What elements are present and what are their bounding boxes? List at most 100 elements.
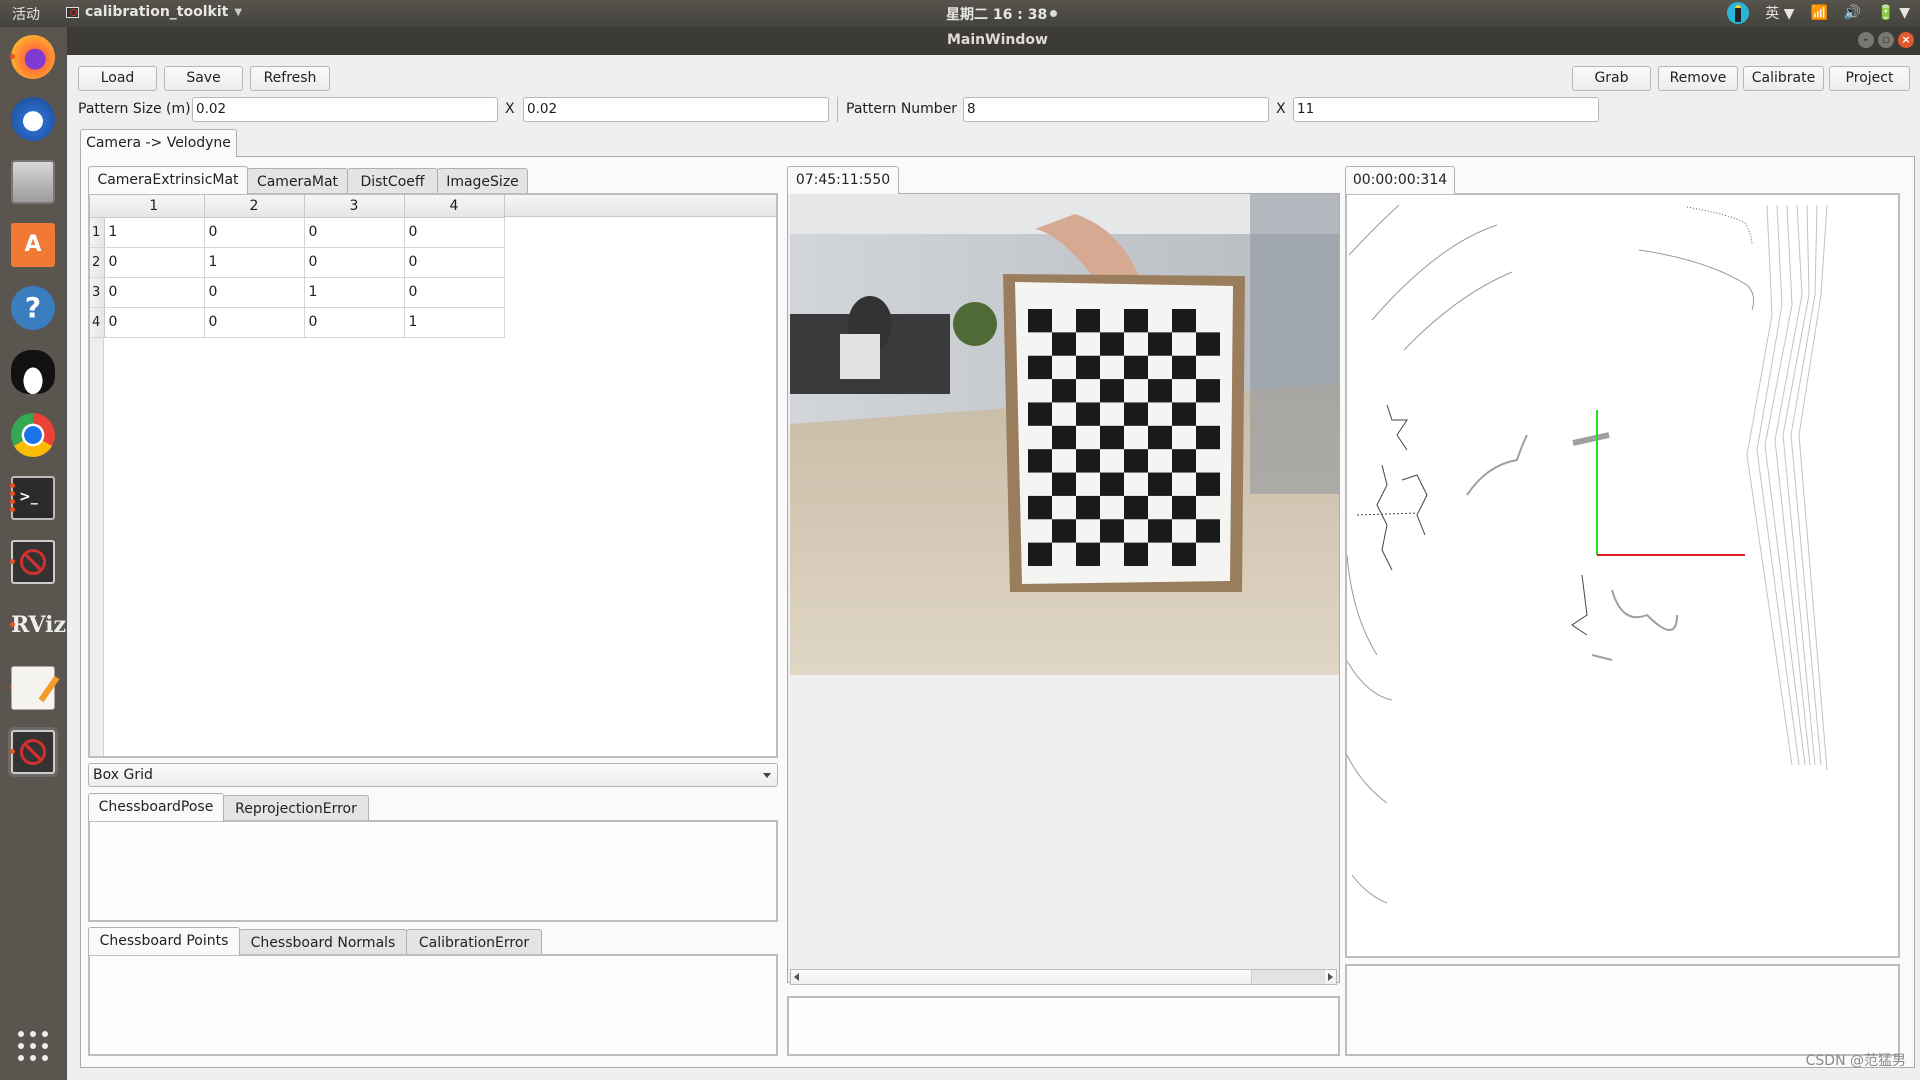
scroll-right-arrow-icon[interactable] [1328,973,1333,981]
tab-chessboard-pose[interactable]: ChessboardPose [88,793,224,821]
pattern-size-x-input[interactable]: 0.02 [192,97,498,122]
tab-reprojection-error[interactable]: ReprojectionError [223,795,369,821]
wall-scan-line [1756,204,1800,766]
tab-camera-timestamp[interactable]: 07:45:11:550 [787,166,899,194]
row-header[interactable]: 2 [90,247,105,278]
no-entry-icon [11,540,55,584]
column-header[interactable]: 4 [404,195,505,218]
grid-type-combobox[interactable]: Box Grid [88,763,778,787]
table-cell[interactable]: 0 [104,307,205,338]
app-menu[interactable]: calibration_toolkit ▼ [66,4,242,20]
volume-icon[interactable]: 🔊 [1844,5,1861,21]
chevron-down-icon: ▼ [234,6,243,18]
dock-item-firefox[interactable] [8,32,58,82]
lidar-point-cloud-view[interactable] [1345,193,1900,958]
dock-item-calibration-app-active[interactable] [8,727,58,777]
table-cell[interactable]: 0 [404,247,505,278]
dock-item-software[interactable]: A [8,220,58,270]
chessboard-cluster [1572,432,1610,446]
close-button[interactable]: × [1898,32,1914,48]
column-header[interactable]: 1 [104,195,205,218]
pattern-number-y-input[interactable]: 11 [1293,97,1599,122]
chessboard-square [1196,472,1220,496]
scroll-left-arrow-icon[interactable] [794,973,799,981]
tab-calibration-error[interactable]: CalibrationError [406,929,542,955]
column-header[interactable]: 2 [204,195,305,218]
wifi-icon[interactable]: 📶 [1810,5,1827,21]
show-applications-button[interactable] [18,1031,48,1061]
camera-image-canvas [790,194,1339,675]
chessboard-square [1100,519,1124,543]
table-cell[interactable]: 0 [104,277,205,308]
table-cell[interactable]: 0 [204,277,305,308]
dock-item-terminal[interactable]: >_ [8,473,58,523]
grab-button[interactable]: Grab [1572,66,1651,91]
chessboard-square [1196,425,1220,450]
maximize-button[interactable]: ▫ [1878,32,1894,48]
calibrate-button[interactable]: Calibrate [1743,66,1824,91]
scrollbar-thumb[interactable] [1251,970,1325,984]
chessboard-square [1196,332,1220,356]
chessboard-square [1148,425,1172,450]
row-header[interactable]: 3 [90,277,105,308]
table-cell[interactable]: 1 [204,247,305,278]
project-button[interactable]: Project [1829,66,1910,91]
dock-item-calibration-app[interactable] [8,537,58,587]
dock-item-rviz[interactable]: RViz [8,600,66,650]
refresh-button[interactable]: Refresh [250,66,330,91]
row-header[interactable]: 1 [90,217,105,248]
table-cell[interactable]: 1 [404,307,505,338]
chessboard-square [1172,309,1196,333]
tab-camera-velodyne[interactable]: Camera -> Velodyne [80,129,237,157]
dock-item-chrome[interactable] [8,410,58,460]
table-cell[interactable]: 0 [104,247,205,278]
tab-image-size[interactable]: ImageSize [437,168,528,194]
load-button[interactable]: Load [78,66,157,91]
scan-arc [1348,204,1400,256]
table-cell[interactable]: 0 [204,217,305,248]
dock-item-text-editor[interactable] [8,663,58,713]
tab-dist-coeff[interactable]: DistCoeff [347,168,438,194]
pattern-number-x-input[interactable]: 8 [963,97,1269,122]
table-cell[interactable]: 0 [404,277,505,308]
horizontal-scrollbar[interactable] [790,969,1337,985]
column-header[interactable]: 3 [304,195,405,218]
chessboard-square [1052,332,1076,356]
activities-button[interactable]: 活动 [12,4,40,24]
row-header[interactable]: 4 [90,307,105,338]
table-cell[interactable]: 0 [304,247,405,278]
remove-button[interactable]: Remove [1658,66,1738,91]
camera-image [790,194,1339,675]
window-title-bar[interactable]: MainWindow – ▫ × [67,27,1920,55]
tab-lidar-timestamp[interactable]: 00:00:00:314 [1345,166,1455,194]
wall-scan-line [1790,204,1822,766]
table-cell[interactable]: 0 [304,217,405,248]
tab-chessboard-points[interactable]: Chessboard Points [88,927,240,955]
dock-item-thunderbird[interactable] [8,94,58,144]
running-indicator [10,559,15,564]
table-cell[interactable]: 1 [104,217,205,248]
tab-camera-mat[interactable]: CameraMat [247,168,348,194]
table-cell[interactable]: 1 [304,277,405,308]
chessboard-square [1052,472,1076,496]
table-cell[interactable]: 0 [404,217,505,248]
table-cell[interactable]: 0 [304,307,405,338]
pattern-size-y-input[interactable]: 0.02 [523,97,829,122]
tab-camera-extrinsic-mat[interactable]: CameraExtrinsicMat [88,166,248,194]
save-button[interactable]: Save [164,66,243,91]
running-indicator [10,483,15,488]
dock-item-files[interactable] [8,157,58,207]
minimize-button[interactable]: – [1858,32,1874,48]
scan-arc [1351,874,1388,904]
camera-image-scroll-area [787,193,1340,985]
input-method-indicator[interactable]: 英 ▼ [1765,3,1794,23]
dock-item-help[interactable]: ? [8,283,58,333]
dock-item-qq[interactable] [8,347,58,397]
battery-icon[interactable]: 🔋 ▼ [1877,5,1910,21]
chessboard-square [1028,449,1052,473]
clock[interactable]: 星期二 16 : 38 [946,4,1058,24]
firefox-icon [11,35,55,79]
tab-chessboard-normals[interactable]: Chessboard Normals [239,929,407,955]
indicator-app-icon[interactable] [1727,2,1750,24]
table-cell[interactable]: 0 [204,307,305,338]
